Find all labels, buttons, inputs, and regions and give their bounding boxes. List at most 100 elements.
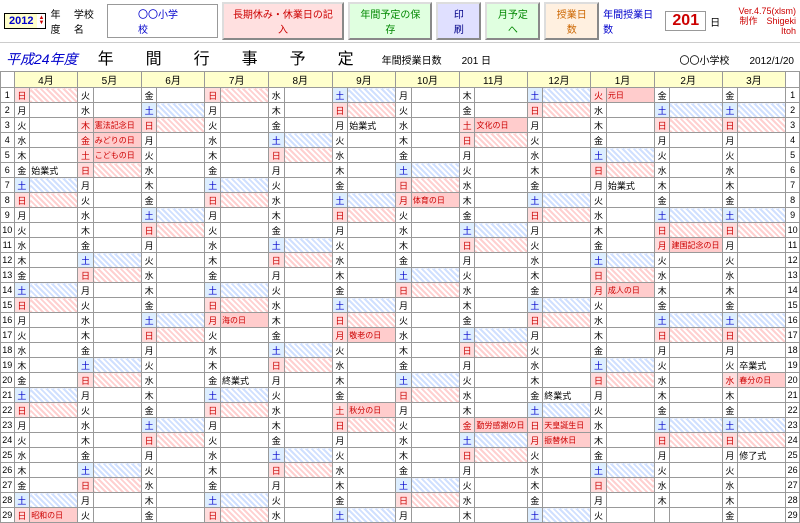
event-cell[interactable]: [93, 403, 141, 418]
event-cell[interactable]: [30, 433, 78, 448]
event-cell[interactable]: [221, 358, 269, 373]
event-cell[interactable]: [670, 358, 722, 373]
event-cell[interactable]: [221, 283, 269, 298]
dow-cell[interactable]: 土: [78, 358, 94, 373]
event-cell[interactable]: [157, 118, 205, 133]
event-cell[interactable]: [475, 328, 527, 343]
event-cell[interactable]: [221, 418, 269, 433]
dow-cell[interactable]: 金: [14, 373, 30, 388]
event-cell[interactable]: [284, 358, 332, 373]
event-cell[interactable]: [221, 463, 269, 478]
dow-cell[interactable]: 日: [654, 118, 670, 133]
event-cell[interactable]: [475, 223, 527, 238]
event-cell[interactable]: [221, 193, 269, 208]
event-cell[interactable]: [411, 313, 459, 328]
dow-cell[interactable]: 金: [654, 403, 670, 418]
dow-cell[interactable]: 土: [459, 223, 475, 238]
dow-cell[interactable]: 木: [591, 118, 607, 133]
dow-cell[interactable]: 火: [722, 148, 738, 163]
event-cell[interactable]: [411, 388, 459, 403]
dow-cell[interactable]: 日: [591, 268, 607, 283]
event-cell[interactable]: [475, 433, 527, 448]
event-cell[interactable]: [543, 163, 591, 178]
event-cell[interactable]: [411, 253, 459, 268]
dow-cell[interactable]: 月: [141, 238, 157, 253]
event-cell[interactable]: [738, 88, 786, 103]
event-cell[interactable]: [606, 253, 654, 268]
event-cell[interactable]: [221, 343, 269, 358]
event-cell[interactable]: [284, 313, 332, 328]
dow-cell[interactable]: 水: [268, 298, 284, 313]
event-cell[interactable]: [284, 238, 332, 253]
dow-cell[interactable]: 金: [527, 178, 543, 193]
dow-cell[interactable]: 日: [654, 433, 670, 448]
event-cell[interactable]: [738, 103, 786, 118]
event-cell[interactable]: [30, 253, 78, 268]
dow-cell[interactable]: 土: [722, 103, 738, 118]
dow-cell[interactable]: 日: [591, 478, 607, 493]
dow-cell[interactable]: 水: [14, 133, 30, 148]
event-cell[interactable]: [606, 493, 654, 508]
dow-cell[interactable]: 月: [591, 388, 607, 403]
event-cell[interactable]: [93, 433, 141, 448]
dow-cell[interactable]: 月: [78, 388, 94, 403]
event-cell[interactable]: [221, 328, 269, 343]
dow-cell[interactable]: 火: [396, 208, 412, 223]
dow-cell[interactable]: 土: [591, 148, 607, 163]
event-cell[interactable]: [606, 298, 654, 313]
event-cell[interactable]: [30, 463, 78, 478]
dow-cell[interactable]: 火: [268, 493, 284, 508]
dow-cell[interactable]: 日: [591, 163, 607, 178]
event-cell[interactable]: [670, 283, 722, 298]
dow-cell[interactable]: 火: [459, 268, 475, 283]
event-cell[interactable]: [670, 313, 722, 328]
event-cell[interactable]: [157, 208, 205, 223]
event-cell[interactable]: [475, 283, 527, 298]
event-cell[interactable]: [348, 448, 396, 463]
event-cell[interactable]: [475, 313, 527, 328]
event-cell[interactable]: [670, 268, 722, 283]
event-cell[interactable]: [543, 283, 591, 298]
event-cell[interactable]: [157, 253, 205, 268]
dow-cell[interactable]: 土: [141, 103, 157, 118]
dow-cell[interactable]: 月: [654, 238, 670, 253]
dow-cell[interactable]: 水: [14, 343, 30, 358]
event-cell[interactable]: [348, 508, 396, 523]
event-cell[interactable]: [284, 508, 332, 523]
dow-cell[interactable]: 金: [332, 493, 348, 508]
event-cell[interactable]: [348, 268, 396, 283]
dow-cell[interactable]: 水: [205, 448, 221, 463]
dow-cell[interactable]: 月: [527, 328, 543, 343]
event-cell[interactable]: [157, 388, 205, 403]
dow-cell[interactable]: 水: [78, 313, 94, 328]
event-cell[interactable]: [348, 178, 396, 193]
dow-cell[interactable]: 火: [332, 448, 348, 463]
dow-cell[interactable]: 日: [78, 373, 94, 388]
event-cell[interactable]: [411, 268, 459, 283]
dow-cell[interactable]: 月: [205, 103, 221, 118]
dow-cell[interactable]: 火: [205, 433, 221, 448]
dow-cell[interactable]: 木: [14, 358, 30, 373]
event-cell[interactable]: [738, 328, 786, 343]
event-cell[interactable]: [738, 148, 786, 163]
dow-cell[interactable]: 土: [268, 343, 284, 358]
dow-cell[interactable]: 火: [205, 223, 221, 238]
event-cell[interactable]: [284, 478, 332, 493]
event-cell[interactable]: [543, 88, 591, 103]
dow-cell[interactable]: 土: [14, 178, 30, 193]
dow-cell[interactable]: 月: [722, 343, 738, 358]
dow-cell[interactable]: 土: [268, 133, 284, 148]
event-cell[interactable]: [348, 103, 396, 118]
dow-cell[interactable]: 月: [78, 493, 94, 508]
dow-cell[interactable]: 土: [396, 163, 412, 178]
dow-cell[interactable]: 月: [14, 313, 30, 328]
dow-cell[interactable]: 木: [205, 463, 221, 478]
event-cell[interactable]: [738, 493, 786, 508]
event-cell[interactable]: [475, 358, 527, 373]
dow-cell[interactable]: 火: [591, 403, 607, 418]
dow-cell[interactable]: 日: [205, 193, 221, 208]
dow-cell[interactable]: 木: [591, 433, 607, 448]
dow-cell[interactable]: 日: [14, 88, 30, 103]
dow-cell[interactable]: 日: [396, 493, 412, 508]
event-cell[interactable]: [93, 208, 141, 223]
